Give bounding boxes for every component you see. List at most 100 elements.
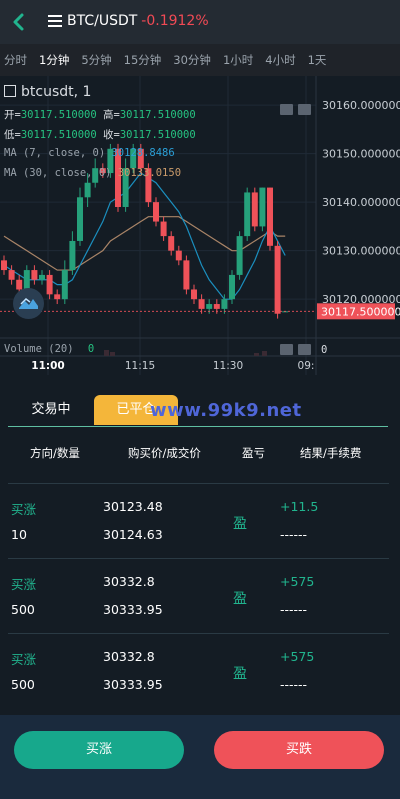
chart-control-icon: [280, 104, 293, 115]
tf-30min[interactable]: 30分钟: [173, 52, 211, 68]
candle: [54, 294, 61, 300]
chart-symbol: btcusdt, 1: [4, 84, 91, 100]
y-tick-label: 30160.000000: [322, 99, 400, 112]
tf-5min[interactable]: 5分钟: [81, 52, 111, 68]
quantity: 10: [11, 527, 27, 542]
pnl-status: 盈: [233, 666, 247, 682]
tradingview-logo-icon[interactable]: [13, 288, 44, 319]
buy-price: 30332.8: [103, 574, 155, 589]
result: +11.5: [280, 499, 319, 514]
candle: [84, 182, 91, 198]
buy-price: 30332.8: [103, 649, 155, 664]
candle: [259, 187, 266, 227]
high-label: 高=: [103, 109, 120, 121]
close-value: 30117.510000: [119, 129, 196, 141]
price-change: -0.1912%: [141, 13, 209, 29]
deal-price: 30124.63: [103, 527, 163, 542]
candle: [183, 260, 190, 290]
close-label: 收=: [103, 129, 120, 141]
candle: [206, 304, 213, 309]
buy-price: 30123.48: [103, 499, 163, 514]
x-tick-label: 09:: [298, 360, 315, 372]
timeframe-bar: 分时 1分钟 5分钟 15分钟 30分钟 1小时 4小时 1天: [0, 44, 400, 76]
symbol-square-icon: [4, 85, 16, 97]
open-value: 30117.510000: [20, 109, 97, 121]
ma7-legend: MA (7, close, 0) 30128.8486: [4, 147, 175, 159]
candle: [61, 270, 68, 300]
ohlc-line-1: 开=30117.510000 高=30117.510000: [4, 107, 196, 122]
pair-title[interactable]: BTC/USDT -0.1912%: [67, 13, 209, 29]
menu-icon[interactable]: [48, 15, 62, 27]
low-label: 低=: [4, 129, 21, 141]
table-row[interactable]: 买涨 500 30332.8 30333.95 盈 +575 ------: [8, 633, 389, 707]
buy-down-button[interactable]: 买跌: [214, 731, 384, 769]
table-row[interactable]: 买涨 10 30123.48 30124.63 盈 +11.5 ------: [8, 483, 389, 557]
col-pnl: 盈亏: [242, 446, 265, 460]
candle: [244, 192, 251, 237]
price-chart[interactable]: 30160.000000 30150.000000 30140.000000 3013…: [0, 76, 400, 375]
quantity: 500: [11, 602, 35, 617]
tab-trading[interactable]: 交易中: [8, 395, 94, 425]
deal-price: 30333.95: [103, 677, 163, 692]
tf-1day[interactable]: 1天: [308, 52, 327, 68]
candle: [31, 270, 38, 280]
ma30-label: MA (30, close, 0): [4, 167, 112, 179]
back-arrow-icon[interactable]: [8, 11, 30, 33]
y-tick-label: 30140.000000: [322, 196, 400, 209]
candle: [8, 270, 15, 280]
direction: 买涨: [11, 502, 37, 517]
volume-axis-label: 0: [321, 344, 328, 356]
table-row[interactable]: 买涨 500 30332.8 30333.95 盈 +575 ------: [8, 558, 389, 632]
col-price: 购买价/成交价: [128, 446, 201, 460]
quantity: 500: [11, 677, 35, 692]
tf-tick[interactable]: 分时: [4, 52, 27, 68]
chart-control-icon: [298, 344, 311, 355]
candle: [23, 270, 30, 290]
open-label: 开=: [4, 109, 21, 121]
ma30-legend: MA (30, close, 0) 30133.0150: [4, 167, 181, 179]
x-tick-label: 11:30: [213, 360, 243, 372]
high-value: 30117.510000: [119, 109, 196, 121]
chart-control-icon: [280, 344, 293, 355]
candle: [274, 245, 281, 314]
tf-15min[interactable]: 15分钟: [124, 52, 162, 68]
candle: [160, 221, 167, 237]
y-tick-label: 30150.000000: [322, 148, 400, 161]
volume-value: 0: [87, 343, 95, 355]
candle: [46, 274, 53, 295]
fee: ------: [280, 602, 308, 617]
pair-name: BTC/USDT: [67, 13, 138, 29]
candle: [198, 299, 205, 309]
candle: [39, 274, 45, 280]
tf-4hour[interactable]: 4小时: [265, 52, 295, 68]
candle: [236, 236, 243, 275]
pnl-status: 盈: [233, 591, 247, 607]
low-value: 30117.510000: [20, 129, 97, 141]
ma7-label: MA (7, close, 0): [4, 147, 106, 159]
candle: [168, 236, 175, 251]
orders-panel: 交易中 已平仓 www.99k9.net 方向/数量 购买价/成交价 盈亏 结果…: [0, 375, 400, 715]
candle: [267, 187, 273, 246]
buy-up-button[interactable]: 买涨: [14, 731, 184, 769]
ma30-line: [3, 216, 286, 271]
volume-bar: [110, 352, 115, 356]
ma30-value: 30133.0150: [117, 167, 182, 179]
candle: [1, 260, 7, 271]
candle: [77, 197, 83, 241]
y-tick-label: 30130.000000: [322, 245, 400, 258]
deal-price: 30333.95: [103, 602, 163, 617]
col-direction: 方向/数量: [30, 446, 80, 460]
tf-1min[interactable]: 1分钟: [39, 52, 69, 68]
x-tick-label: 11:00: [31, 360, 64, 372]
candle: [175, 250, 182, 261]
chart-control-icon: [298, 104, 311, 115]
fee: ------: [280, 527, 308, 542]
candle: [251, 192, 258, 227]
candle: [221, 299, 228, 309]
volume-bar: [254, 353, 259, 356]
watermark-text: www.99k9.net: [150, 400, 302, 421]
candle: [213, 304, 220, 309]
volume-legend: Volume (20) 0: [4, 343, 94, 355]
tf-1hour[interactable]: 1小时: [223, 52, 253, 68]
top-bar: BTC/USDT -0.1912%: [0, 0, 400, 44]
